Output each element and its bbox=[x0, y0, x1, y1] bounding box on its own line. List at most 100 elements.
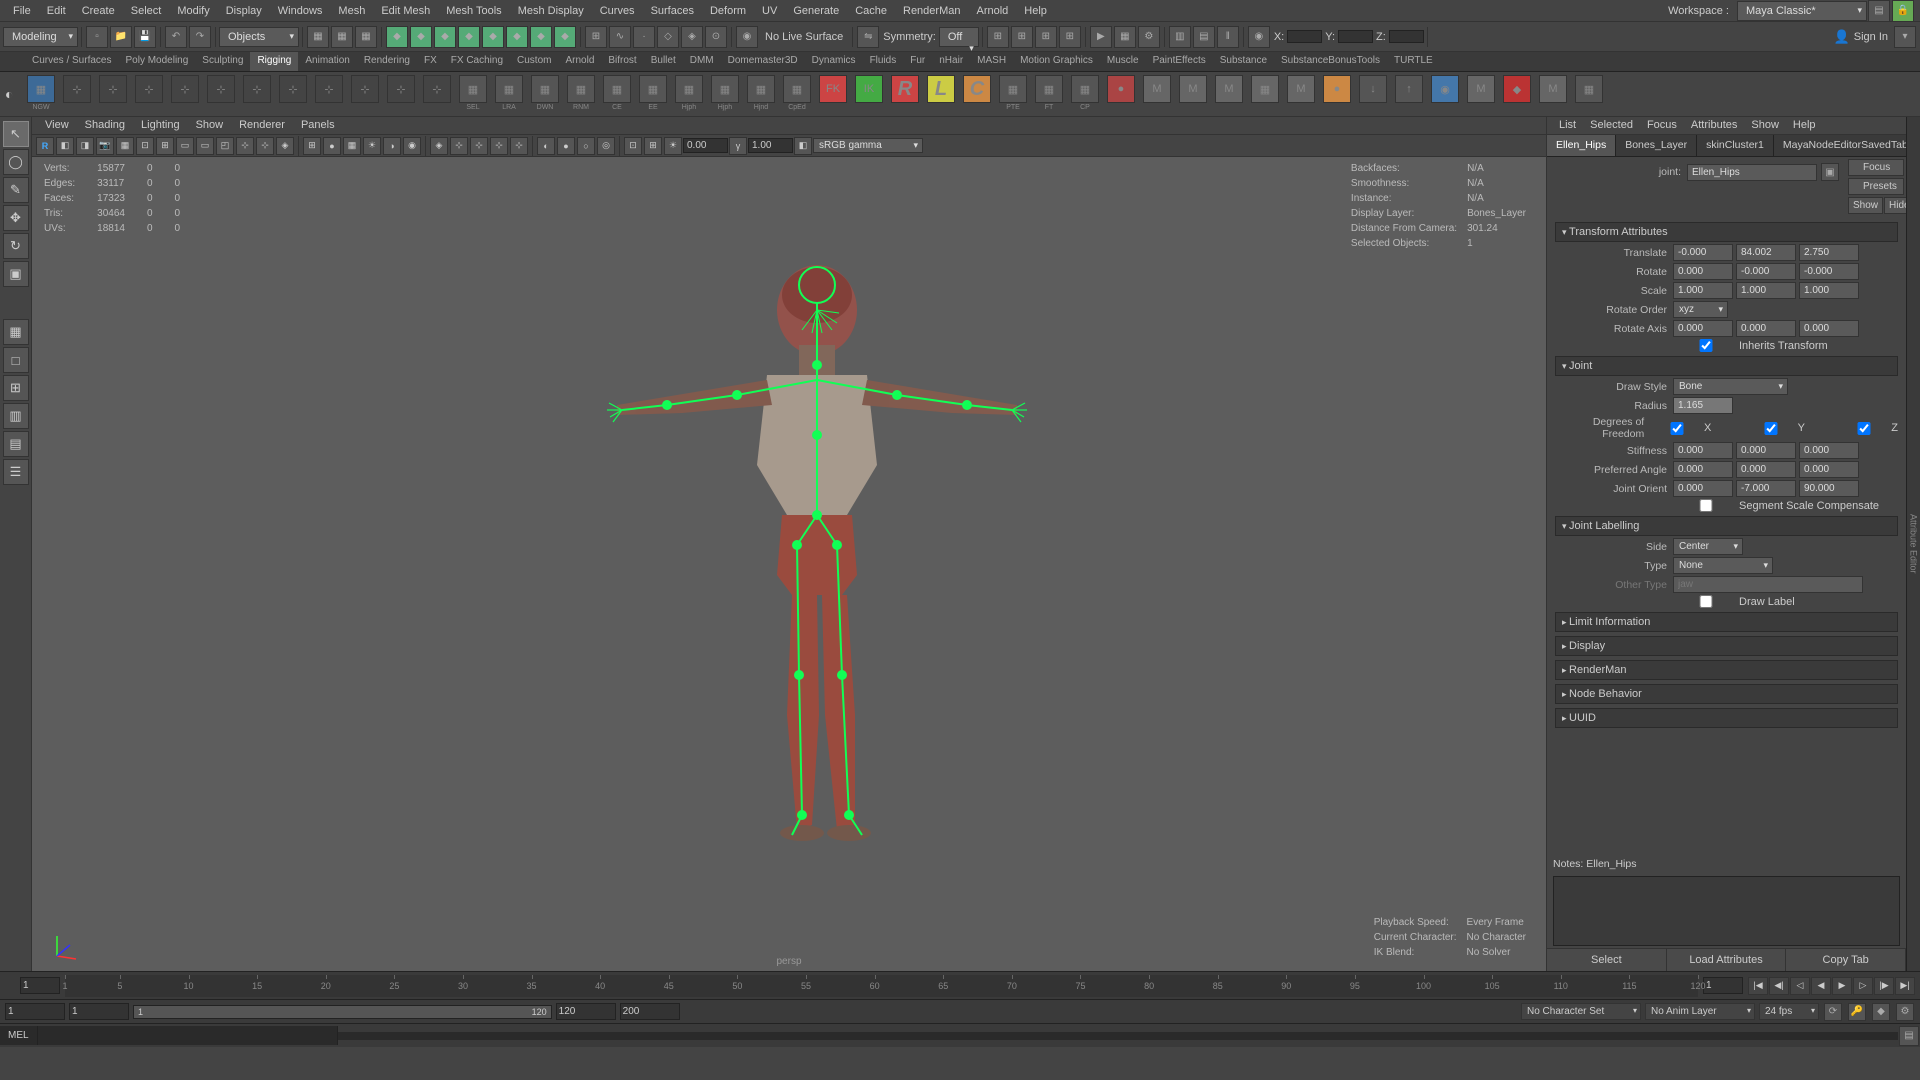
scale-z-field[interactable] bbox=[1799, 282, 1859, 299]
vp-menu-renderer[interactable]: Renderer bbox=[231, 117, 293, 134]
module-dropdown[interactable]: Modeling bbox=[3, 27, 78, 47]
load-attributes-button[interactable]: Load Attributes bbox=[1667, 949, 1787, 971]
vp-menu-view[interactable]: View bbox=[37, 117, 77, 134]
shelf-item[interactable]: ▦CP bbox=[1069, 75, 1101, 113]
vp-exposure-icon[interactable]: ☀ bbox=[664, 137, 682, 155]
ae-menu-focus[interactable]: Focus bbox=[1640, 117, 1684, 134]
shelf-tab[interactable]: TURTLE bbox=[1387, 52, 1440, 71]
vp-shaded-icon[interactable]: ● bbox=[323, 137, 341, 155]
type-dropdown[interactable]: None bbox=[1673, 557, 1773, 574]
shelf-item[interactable]: M bbox=[1141, 75, 1173, 113]
loop-icon[interactable]: ⟳ bbox=[1824, 1003, 1842, 1021]
menu-edit[interactable]: Edit bbox=[39, 1, 74, 21]
rotateaxis-y-field[interactable] bbox=[1736, 320, 1796, 337]
menu-meshtools[interactable]: Mesh Tools bbox=[438, 1, 509, 21]
presets-button[interactable]: Presets bbox=[1848, 178, 1904, 195]
ae-tab[interactable]: Bones_Layer bbox=[1616, 135, 1697, 156]
menu-deform[interactable]: Deform bbox=[702, 1, 754, 21]
shelf-tab[interactable]: Arnold bbox=[558, 52, 601, 71]
shelf-item[interactable]: R bbox=[889, 75, 921, 113]
shelf-menu-icon[interactable]: ◐ bbox=[5, 86, 23, 102]
vp-icon[interactable]: ⊡ bbox=[136, 137, 154, 155]
shelf-item[interactable]: ▦DWN bbox=[529, 75, 561, 113]
select-component-icon[interactable]: ▦ bbox=[355, 26, 377, 48]
shelf-item[interactable]: ▦LRA bbox=[493, 75, 525, 113]
shelf-item[interactable]: ▦CE bbox=[601, 75, 633, 113]
draw-label-checkbox[interactable] bbox=[1676, 595, 1736, 608]
radius-field[interactable] bbox=[1673, 397, 1733, 414]
shelf-item[interactable]: ● bbox=[1321, 75, 1353, 113]
menu-display[interactable]: Display bbox=[218, 1, 270, 21]
timeline-track[interactable]: 1510152025303540455055606570758085909510… bbox=[65, 975, 1698, 997]
auto-key-icon[interactable]: 🔑 bbox=[1848, 1003, 1866, 1021]
section-limit-information[interactable]: Limit Information bbox=[1555, 612, 1898, 632]
vp-icon[interactable]: ⊡ bbox=[624, 137, 642, 155]
vp-view-transform-icon[interactable]: ◧ bbox=[794, 137, 812, 155]
x-field[interactable] bbox=[1287, 30, 1322, 43]
cg-icon[interactable]: ⊞ bbox=[987, 26, 1009, 48]
symmetry-dropdown[interactable]: Off bbox=[939, 27, 979, 47]
scale-tool[interactable]: ▣ bbox=[3, 261, 29, 287]
z-field[interactable] bbox=[1389, 30, 1424, 43]
menu-arnold[interactable]: Arnold bbox=[968, 1, 1016, 21]
shelf-item[interactable]: ⊹ bbox=[385, 75, 417, 113]
shelf-item[interactable]: ▦FT bbox=[1033, 75, 1065, 113]
ae-menu-selected[interactable]: Selected bbox=[1583, 117, 1640, 134]
mask-icon[interactable]: ◆ bbox=[482, 26, 504, 48]
shelf-tab[interactable]: Rigging bbox=[250, 52, 298, 71]
undo-icon[interactable]: ↶ bbox=[165, 26, 187, 48]
vp-wireframe-icon[interactable]: ⊞ bbox=[303, 137, 321, 155]
vp-icon[interactable]: ⊹ bbox=[490, 137, 508, 155]
vp-film-gate-icon[interactable]: ▭ bbox=[176, 137, 194, 155]
rotate-order-dropdown[interactable]: xyz bbox=[1673, 301, 1728, 318]
shelf-tab[interactable]: Rendering bbox=[357, 52, 417, 71]
shelf-item[interactable]: M bbox=[1537, 75, 1569, 113]
node-icon[interactable]: ◉ bbox=[1248, 26, 1270, 48]
shelf-tab[interactable]: FX bbox=[417, 52, 444, 71]
mask-icon[interactable]: ◆ bbox=[410, 26, 432, 48]
step-back-frame-icon[interactable]: ◁ bbox=[1790, 977, 1810, 995]
shelf-tab[interactable]: Muscle bbox=[1100, 52, 1146, 71]
mask-icon[interactable]: ◆ bbox=[530, 26, 552, 48]
jointorient-z-field[interactable] bbox=[1799, 480, 1859, 497]
shelf-item[interactable]: ▦SEL bbox=[457, 75, 489, 113]
paint-select-tool[interactable]: ✎ bbox=[3, 177, 29, 203]
stiffness-x-field[interactable] bbox=[1673, 442, 1733, 459]
cg-icon[interactable]: ⊞ bbox=[1059, 26, 1081, 48]
script-language-toggle[interactable]: MEL bbox=[0, 1026, 38, 1045]
menu-windows[interactable]: Windows bbox=[270, 1, 331, 21]
shelf-item[interactable]: M bbox=[1465, 75, 1497, 113]
ae-menu-list[interactable]: List bbox=[1552, 117, 1583, 134]
section-uuid[interactable]: UUID bbox=[1555, 708, 1898, 728]
snap-curve-icon[interactable]: ∿ bbox=[609, 26, 631, 48]
lasso-tool[interactable]: ◯ bbox=[3, 149, 29, 175]
shelf-tab[interactable]: FX Caching bbox=[444, 52, 510, 71]
joint-name-field[interactable] bbox=[1687, 164, 1817, 181]
shelf-item[interactable]: ▦Hjnd bbox=[745, 75, 777, 113]
rotateaxis-x-field[interactable] bbox=[1673, 320, 1733, 337]
section-transform-attributes[interactable]: Transform Attributes bbox=[1555, 222, 1898, 242]
translate-z-field[interactable] bbox=[1799, 244, 1859, 261]
command-input[interactable] bbox=[38, 1026, 338, 1045]
shelf-tab[interactable]: PaintEffects bbox=[1146, 52, 1213, 71]
rotate-x-field[interactable] bbox=[1673, 263, 1733, 280]
segment-scale-checkbox[interactable] bbox=[1676, 499, 1736, 512]
focus-button[interactable]: Focus bbox=[1848, 159, 1904, 176]
translate-x-field[interactable] bbox=[1673, 244, 1733, 261]
step-forward-frame-icon[interactable]: ▷ bbox=[1853, 977, 1873, 995]
section-joint[interactable]: Joint bbox=[1555, 356, 1898, 376]
shelf-tab[interactable]: Motion Graphics bbox=[1013, 52, 1100, 71]
vp-icon[interactable]: ⊹ bbox=[510, 137, 528, 155]
vp-icon[interactable]: ⊞ bbox=[644, 137, 662, 155]
shelf-tab[interactable]: Animation bbox=[298, 52, 356, 71]
rotate-tool[interactable]: ↻ bbox=[3, 233, 29, 259]
panel-layout-icon[interactable]: ▥ bbox=[1169, 26, 1191, 48]
marketplace-icon[interactable]: ▾ bbox=[1894, 26, 1916, 48]
vp-resolution-gate-icon[interactable]: ▭ bbox=[196, 137, 214, 155]
render-icon[interactable]: ▶ bbox=[1090, 26, 1112, 48]
shelf-item[interactable]: ▦Hjph bbox=[673, 75, 705, 113]
signin-button[interactable]: Sign In bbox=[1854, 31, 1888, 43]
layout-2h-icon[interactable]: ▤ bbox=[3, 431, 29, 457]
shelf-item[interactable]: M bbox=[1285, 75, 1317, 113]
layout-2v-icon[interactable]: ▥ bbox=[3, 403, 29, 429]
